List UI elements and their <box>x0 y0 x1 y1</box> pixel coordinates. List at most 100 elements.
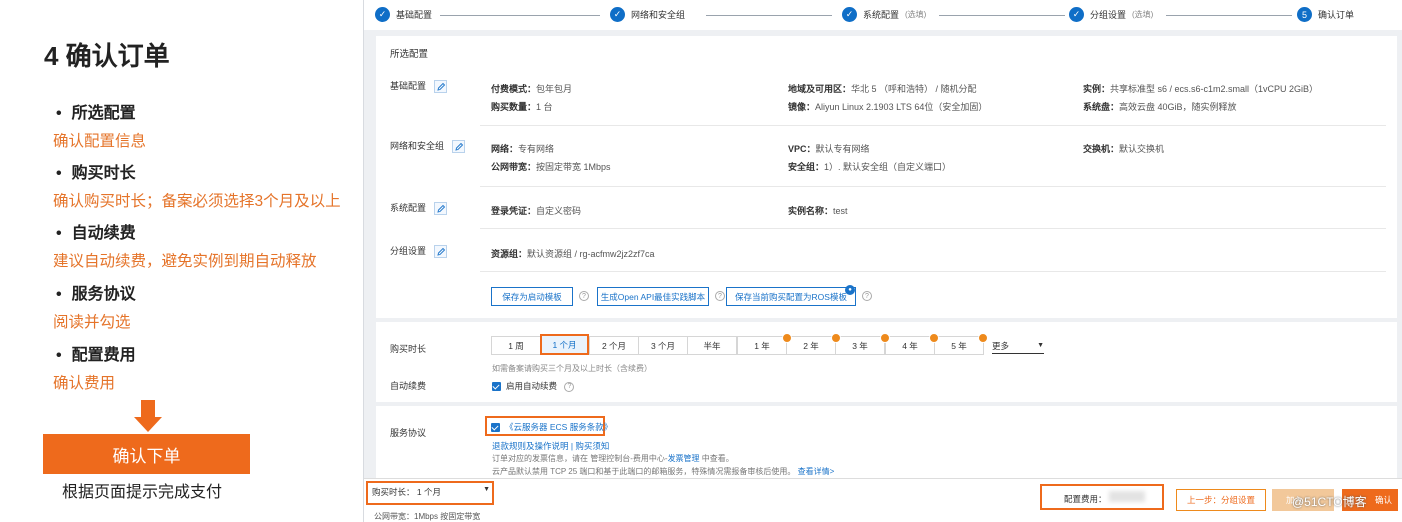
view-details-link[interactable]: 查看详情> <box>798 467 835 476</box>
help-icon[interactable]: ? <box>579 291 589 301</box>
step-connector <box>706 15 832 16</box>
section-title: 所选配置 <box>56 99 136 123</box>
divider <box>480 271 1386 272</box>
down-arrow-icon <box>134 400 162 434</box>
discount-badge-icon <box>831 333 841 343</box>
checkbox-checked-icon <box>492 382 501 392</box>
divider <box>480 125 1386 126</box>
check-icon: ✓ <box>375 7 390 22</box>
step-label: 系统配置 <box>863 10 900 20</box>
edit-icon[interactable] <box>433 80 447 94</box>
checkbox-label: 启用自动续费 <box>506 381 558 391</box>
billing-mode: 付费模式：包年包月 <box>491 84 573 94</box>
fee-label: 配置费用： <box>1064 494 1107 504</box>
image: 镜像：Aliyun Linux 2.1903 LTS 64位（安全加固） <box>788 102 988 112</box>
help-icon[interactable]: ? <box>564 381 575 392</box>
step-group[interactable]: ✓ 分组设置 (选填) <box>1069 7 1153 22</box>
duration-option[interactable]: 5 年 <box>934 336 984 355</box>
tutorial-panel: 4 确认订单 所选配置 确认配置信息 购买时长 确认购买时长；备案必须选择3个月… <box>0 0 362 522</box>
invoice-note: 订单对应的发票信息，请在 管理控制台-费用中心-发票管理 中查看。 <box>492 454 734 463</box>
public-bandwidth: 公网带宽：按固定带宽 1Mbps <box>491 162 611 172</box>
step-confirm[interactable]: 5 确认订单 <box>1297 7 1354 22</box>
invoice-management-link[interactable]: 发票管理 <box>668 454 700 463</box>
section-desc: 阅读并勾选 <box>53 314 131 331</box>
duration-option[interactable]: 1 周 <box>491 336 541 355</box>
duration-option[interactable]: 3 个月 <box>638 336 688 355</box>
login-credential: 登录凭证：自定义密码 <box>491 206 582 216</box>
bandwidth-summary: 公网带宽：1Mbps 按固定带宽 <box>374 512 481 521</box>
discount-badge-icon <box>880 333 890 343</box>
dropdown-caret-icon: ▼ <box>1037 342 1044 349</box>
discount-badge-icon <box>782 333 792 343</box>
section-title: 配置费用 <box>56 341 136 365</box>
step-progress: ✓ 基础配置 ✓ 网络和安全组 ✓ 系统配置 (选填) ✓ 分组设置 (选填) … <box>364 0 1402 30</box>
section-header: 所选配置 <box>390 49 429 60</box>
check-icon: ✓ <box>610 7 625 22</box>
step-label: 网络和安全组 <box>631 10 686 20</box>
duration-option[interactable]: 3 年 <box>835 336 885 355</box>
confirm-order-button[interactable]: 确认下单 <box>43 434 250 474</box>
footer-bar: 购买时长： 1 个月 ▼ 公网带宽：1Mbps 按固定带宽 配置费用： 上一步：… <box>364 478 1402 522</box>
duration-option-selected[interactable]: 1 个月 <box>540 334 589 355</box>
discount-badge-icon <box>978 333 988 343</box>
more-duration-select[interactable]: 更多 ▼ <box>992 338 1044 354</box>
checkbox-checked-icon <box>491 423 500 433</box>
refund-purchase-links[interactable]: 退款规则及操作说明 | 购买须知 <box>492 440 609 452</box>
prev-step-button[interactable]: 上一步：分组设置 <box>1176 489 1266 511</box>
section-desc: 建议自动续费，避免实例到期自动释放 <box>53 253 317 270</box>
step-optional: (选填) <box>905 10 927 19</box>
step-label: 分组设置 <box>1090 10 1127 20</box>
system-disk: 系统盘：高效云盘 40GiB，随实例释放 <box>1083 102 1237 112</box>
service-terms-link[interactable]: 《云服务器 ECS 服务条款》 <box>505 422 612 432</box>
help-icon[interactable]: ? <box>862 291 872 301</box>
edit-icon[interactable] <box>433 202 447 216</box>
purchase-count: 购买数量：1 台 <box>491 102 553 112</box>
save-launch-template-button[interactable]: 保存为启动模板 <box>491 287 573 306</box>
check-icon: ✓ <box>842 7 857 22</box>
divider <box>480 228 1386 229</box>
step-optional: (选填) <box>1132 10 1154 19</box>
group-config-label: 分组设置 <box>390 244 447 259</box>
system-config-label: 系统配置 <box>390 201 447 216</box>
follow-tip-text: 根据页面提示完成支付 <box>62 484 223 501</box>
check-icon: ✓ <box>1069 7 1084 22</box>
service-terms-checkbox[interactable]: 《云服务器 ECS 服务条款》 <box>491 421 612 433</box>
section-desc: 确认配置信息 <box>53 133 147 150</box>
links-text[interactable]: 退款规则及操作说明 | 购买须知 <box>492 441 609 451</box>
network-config-label: 网络和安全组 <box>390 139 465 154</box>
step-connector <box>440 15 600 16</box>
duration-option[interactable]: 半年 <box>687 336 737 355</box>
section-desc: 确认购买时长；备案必须选择3个月及以上 <box>53 193 341 210</box>
auto-renew-checkbox[interactable]: 启用自动续费 ? <box>492 380 575 392</box>
duration-option[interactable]: 1 年 <box>737 336 787 355</box>
duration-label: 购买时长 <box>390 344 427 354</box>
section-title: 自动续费 <box>56 219 136 243</box>
duration-option[interactable]: 4 年 <box>885 336 935 355</box>
watermark: @51CTO博客 <box>1292 495 1367 509</box>
step-connector <box>1166 15 1292 16</box>
row-label: 系统配置 <box>390 203 427 213</box>
security-group: 安全组：1）. 默认安全组（自定义端口） <box>788 162 952 172</box>
ecs-purchase-console: ✓ 基础配置 ✓ 网络和安全组 ✓ 系统配置 (选填) ✓ 分组设置 (选填) … <box>363 0 1402 522</box>
edit-icon[interactable] <box>451 140 465 154</box>
gen-openapi-script-button[interactable]: 生成Open API最佳实践脚本 <box>597 287 709 306</box>
step-network[interactable]: ✓ 网络和安全组 <box>610 7 685 22</box>
help-icon[interactable]: ? <box>715 291 725 301</box>
duration-select[interactable]: 购买时长： 1 个月 ▼ <box>372 486 490 498</box>
step-label: 确认订单 <box>1318 10 1355 20</box>
duration-option[interactable]: 2 个月 <box>589 336 639 355</box>
dropdown-caret-icon: ▼ <box>483 486 490 493</box>
discount-badge-icon <box>929 333 939 343</box>
select-value: 更多 <box>992 340 1010 351</box>
step-number: 5 <box>1297 7 1312 22</box>
duration-option[interactable]: 2 年 <box>786 336 836 355</box>
step-system[interactable]: ✓ 系统配置 (选填) <box>842 7 926 22</box>
row-label: 基础配置 <box>390 81 427 91</box>
edit-icon[interactable] <box>433 245 447 259</box>
step-basic[interactable]: ✓ 基础配置 <box>375 7 432 22</box>
network-type: 网络：专有网络 <box>491 144 555 154</box>
save-ros-template-button[interactable]: 保存当前购买配置为ROS模板 <box>726 287 856 306</box>
filing-note: 如需备案请购买三个月及以上时长（含续费） <box>492 364 652 373</box>
section-title: 服务协议 <box>56 280 136 304</box>
step-connector <box>939 15 1065 16</box>
